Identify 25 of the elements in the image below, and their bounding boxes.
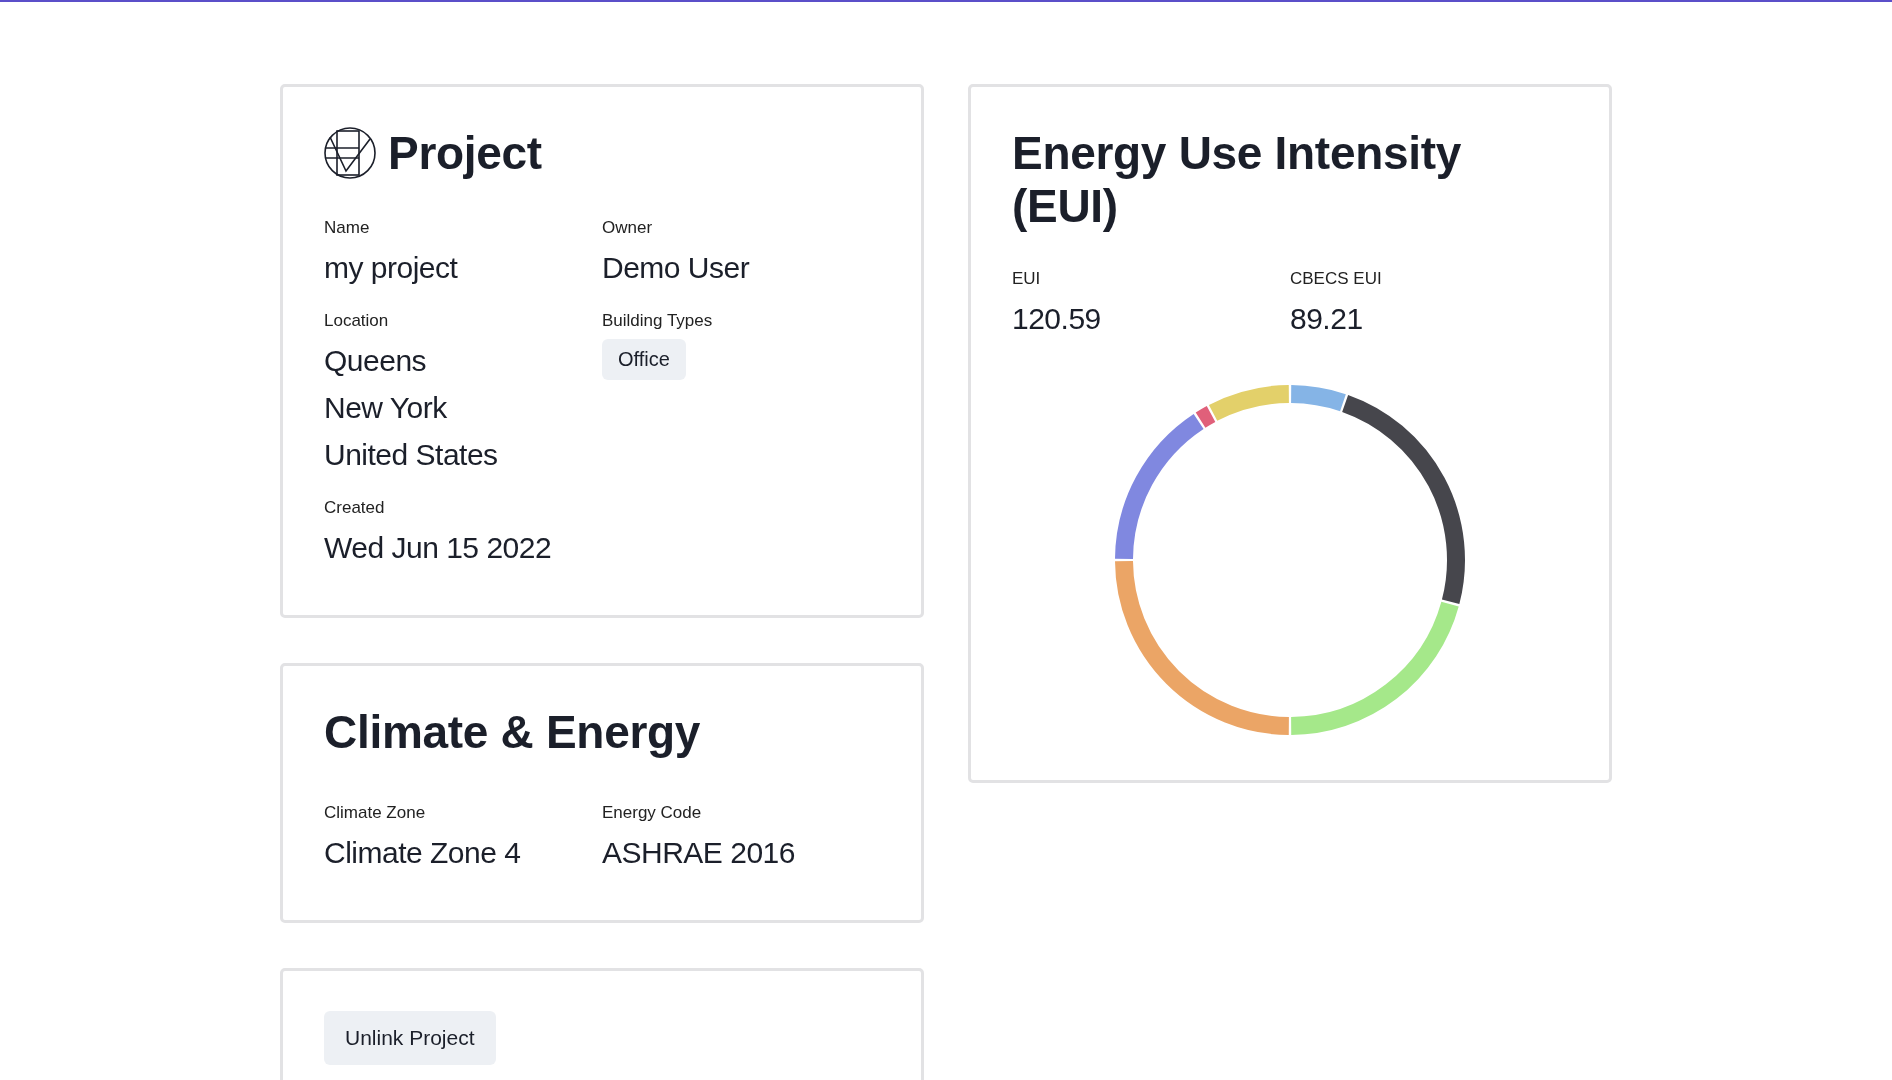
field-value: Queens [324,342,427,379]
field-label: Owner [602,217,653,238]
field-label: Climate Zone [324,802,426,823]
field-value: Demo User [602,249,750,286]
field-value: United States [324,436,498,473]
stat-value: 89.21 [1290,300,1363,337]
field-label: Name [324,217,370,238]
logo-icon [324,127,376,180]
field-value: Climate Zone 4 [324,834,521,871]
field-label: Energy Code [602,802,702,823]
card-title: Energy Use Intensity (EUI) [1012,127,1463,233]
card-title: Project [388,127,542,180]
field-value: ASHRAE 2016 [602,834,795,871]
unlink-button[interactable]: Unlink Project [324,1010,496,1065]
field-label: Location [324,310,389,331]
field-value: New York [324,389,447,426]
card-title: Climate & Energy [324,705,702,759]
field-value: Wed Jun 15 2022 [324,529,552,566]
stat-value: 120.59 [1012,300,1101,337]
field-label: Created [324,497,385,518]
building-type-tag: Office [602,338,686,380]
field-label: Building Types [602,310,713,331]
stat-label: EUI [1012,268,1041,289]
field-value: my project [324,249,458,286]
stat-label: CBECS EUI [1290,268,1382,289]
